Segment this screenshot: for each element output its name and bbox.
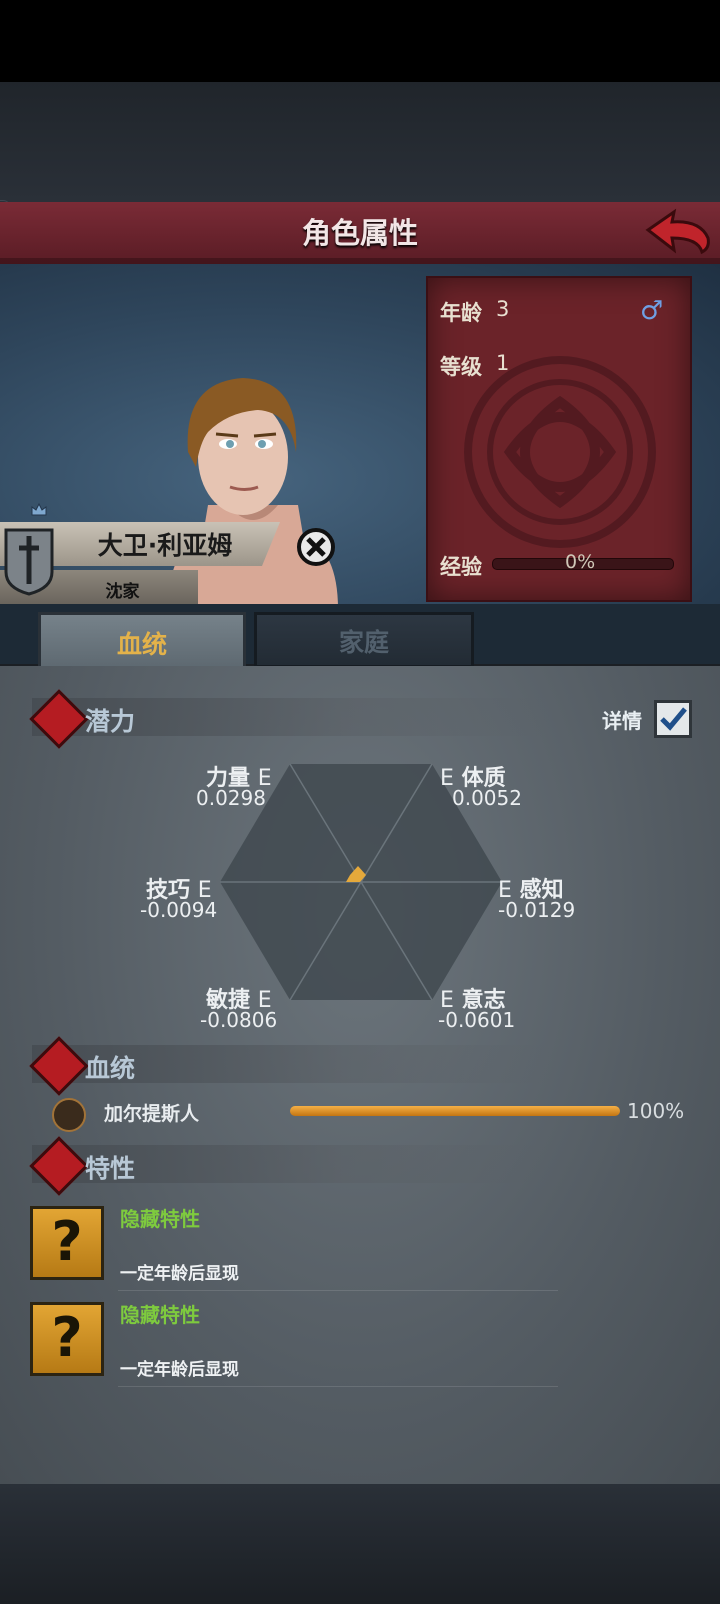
tab-family-label: 家庭	[338, 628, 389, 657]
bottom-area	[0, 1484, 720, 1604]
stat-constitution-value: 0.0052	[452, 786, 522, 810]
stat-agility-value: -0.0806	[200, 1008, 278, 1032]
age-value: 3	[496, 297, 510, 321]
tab-family[interactable]: 家庭	[254, 612, 474, 668]
detail-checkbox[interactable]	[654, 700, 692, 738]
bloodline-percent-bar	[290, 1106, 620, 1116]
divider	[118, 1290, 558, 1291]
male-gender-icon: ♂	[640, 296, 664, 326]
back-arrow-icon[interactable]	[644, 208, 714, 258]
trait-description: 一定年龄后显现	[120, 1264, 239, 1284]
trait-name: 隐藏特性	[120, 1303, 200, 1327]
tab-bloodline[interactable]: 血统	[38, 612, 246, 669]
stat-strength-value: 0.0298	[196, 786, 266, 810]
question-mark-icon: ?	[51, 1210, 83, 1273]
detail-label: 详情	[602, 709, 642, 733]
status-bar-area	[0, 0, 720, 82]
bloodline-race-icon	[52, 1098, 86, 1132]
family-crest-shield-icon[interactable]	[4, 528, 54, 596]
potential-title: 潜力	[85, 707, 136, 736]
level-value: 1	[496, 351, 510, 375]
family-name[interactable]: 沈家	[60, 577, 185, 602]
trait-name: 隐藏特性	[120, 1207, 200, 1231]
bloodline-name: 加尔提斯人	[104, 1103, 200, 1125]
stat-skill-value: -0.0094	[140, 898, 218, 922]
tab-bloodline-label: 血统	[116, 630, 167, 659]
experience-percent: 0%	[565, 551, 596, 573]
question-mark-icon: ?	[51, 1306, 83, 1369]
page-title: 角色属性	[301, 216, 418, 250]
bloodline-title: 血统	[85, 1054, 136, 1083]
trait-description: 一定年龄后显现	[120, 1360, 239, 1380]
trait-card[interactable]: ?	[30, 1302, 104, 1376]
celtic-knot-emblem	[464, 356, 656, 548]
character-portrait[interactable]	[178, 372, 303, 522]
crown-icon	[31, 502, 47, 516]
top-backdrop	[0, 82, 720, 202]
experience-label: 经验	[440, 555, 482, 579]
level-label: 等级	[440, 355, 482, 379]
character-name[interactable]: 大卫·利亚姆	[60, 526, 270, 562]
stat-perception-value: -0.0129	[498, 898, 576, 922]
stat-will-value: -0.0601	[438, 1008, 516, 1032]
trait-card[interactable]: ?	[30, 1206, 104, 1280]
age-label: 年龄	[440, 301, 482, 325]
traits-title: 特性	[85, 1154, 136, 1183]
bloodline-percent: 100%	[627, 1099, 685, 1123]
close-icon[interactable]	[296, 527, 336, 567]
divider	[118, 1386, 558, 1387]
